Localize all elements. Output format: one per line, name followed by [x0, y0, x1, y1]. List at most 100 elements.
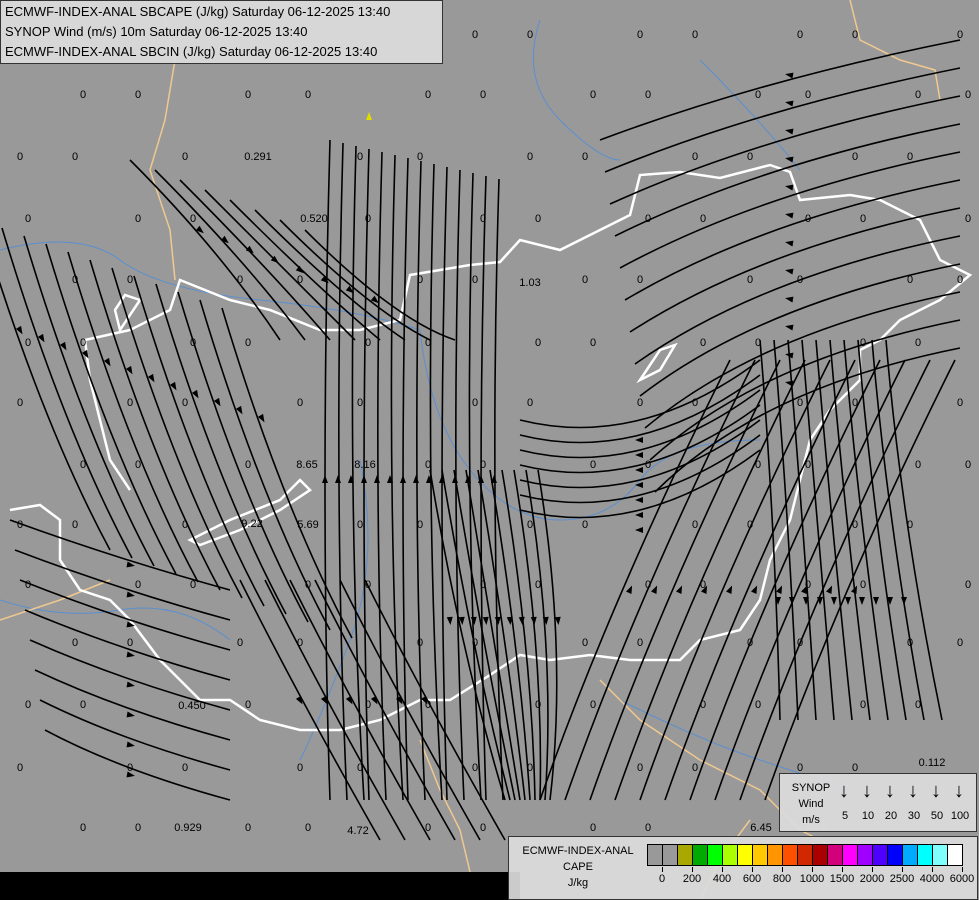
- cape-tick: [782, 867, 783, 872]
- station-value: 0: [804, 579, 812, 591]
- cape-color-swatch: [798, 845, 813, 865]
- station-value: 0: [956, 274, 964, 286]
- wind-speed-label: 10: [861, 810, 875, 822]
- cape-tick: [962, 867, 963, 872]
- station-value: 0: [754, 89, 762, 101]
- station-value: 0: [964, 89, 972, 101]
- streamline: [67, 251, 199, 583]
- station-value: 0: [754, 699, 762, 711]
- synop-legend-unit: m/s: [802, 814, 820, 826]
- streamline-arrow-icon: [635, 452, 643, 458]
- cape-color-bar: [647, 844, 963, 866]
- station-value: 0: [699, 213, 707, 225]
- streamline-arrow-icon: [785, 324, 794, 331]
- station-value: 0: [956, 637, 964, 649]
- station-value: 0: [471, 762, 479, 774]
- streamline-arrow-icon: [873, 597, 879, 605]
- station-value: 0: [181, 151, 189, 163]
- streamline-arrow-icon: [126, 711, 135, 718]
- station-value: 0: [126, 397, 134, 409]
- station-value: 0: [691, 519, 699, 531]
- streamline-arrow-icon: [651, 585, 658, 594]
- station-value: 0.450: [178, 700, 206, 712]
- streamline: [204, 189, 356, 341]
- station-value: 0: [644, 89, 652, 101]
- station-value: 0: [906, 274, 914, 286]
- station-value: 0: [636, 274, 644, 286]
- station-value: 0: [24, 579, 32, 591]
- wind-arrow-down-icon: ↓: [839, 780, 849, 802]
- station-value: 0: [24, 337, 32, 349]
- synop-wind-legend: SYNOP Wind m/s ↓ 5 ↓ 10 ↓ 20 ↓ 30 ↓ 50 ↓ 100: [779, 773, 977, 832]
- streamline-arrow-icon: [126, 681, 135, 688]
- streamline: [23, 235, 155, 567]
- cape-legend-title: ECMWF-INDEX-ANAL: [522, 845, 634, 857]
- streamline-arrow-icon: [859, 597, 865, 605]
- cape-color-swatch: [663, 845, 678, 865]
- streamline: [465, 469, 521, 801]
- streamline-arrow-icon: [322, 475, 328, 483]
- station-value: 0: [424, 822, 432, 834]
- streamline-arrow-icon: [726, 585, 733, 594]
- streamline-arrow-icon: [626, 585, 633, 594]
- streamline-arrow-icon: [851, 585, 858, 594]
- station-value: 0: [534, 699, 542, 711]
- wind-arrow-down-icon: ↓: [885, 780, 895, 802]
- cape-tick: [872, 867, 873, 872]
- station-value: 0: [424, 699, 432, 711]
- station-value: 0: [479, 579, 487, 591]
- station-value: 0: [914, 337, 922, 349]
- streamline-arrow-icon: [482, 616, 489, 625]
- cape-color-swatch: [783, 845, 798, 865]
- streamline-arrow-icon: [400, 475, 406, 483]
- station-value: 0: [796, 637, 804, 649]
- cape-tick-label: 4000: [919, 873, 945, 885]
- station-value: 0: [356, 151, 364, 163]
- station-value: 0: [181, 762, 189, 774]
- station-value: 0: [416, 274, 424, 286]
- station-value: 0: [754, 459, 762, 471]
- streamline-arrow-icon: [789, 597, 795, 605]
- station-value: 0: [471, 637, 479, 649]
- station-value: 0: [636, 397, 644, 409]
- streamline-arrow-icon: [635, 527, 643, 533]
- station-value: 0: [906, 151, 914, 163]
- station-value: 0: [71, 519, 79, 531]
- cape-color-swatch: [888, 845, 903, 865]
- station-value: 0: [589, 337, 597, 349]
- streamline-arrow-icon: [831, 597, 837, 605]
- title-synop-wind: SYNOP Wind (m/s) 10m Saturday 06-12-2025…: [5, 24, 308, 39]
- cape-tick-label: 600: [742, 873, 762, 885]
- cape-tick-label: 0: [658, 873, 666, 885]
- station-value: 0: [526, 519, 534, 531]
- station-value: 0: [424, 459, 432, 471]
- station-value: 0: [126, 762, 134, 774]
- streamline-arrow-icon: [345, 695, 353, 705]
- station-value: 0: [804, 213, 812, 225]
- streamline: [45, 243, 177, 575]
- station-value: 0: [244, 337, 252, 349]
- wind-arrow-down-icon: ↓: [954, 780, 964, 802]
- station-value: 0: [296, 397, 304, 409]
- streamline-arrow-icon: [320, 695, 328, 705]
- wind-speed-label: 50: [930, 810, 944, 822]
- streamline-arrow-icon: [195, 225, 204, 234]
- station-value: 0: [691, 151, 699, 163]
- streamline-arrow-icon: [635, 482, 643, 488]
- station-value: 0: [851, 397, 859, 409]
- streamline-arrow-icon: [635, 497, 643, 503]
- station-value: 0: [644, 459, 652, 471]
- title-sbcape: ECMWF-INDEX-ANAL SBCAPE (J/kg) Saturday …: [5, 4, 391, 19]
- station-value: 0: [416, 637, 424, 649]
- streamline-arrow-icon: [785, 380, 794, 387]
- station-value: 0: [914, 699, 922, 711]
- streamline-arrow-icon: [901, 597, 907, 605]
- map-edge-black: [0, 872, 520, 900]
- station-value: 0: [914, 459, 922, 471]
- station-value: 0: [416, 519, 424, 531]
- station-value: 0: [244, 822, 252, 834]
- station-value: 0: [534, 213, 542, 225]
- station-value: 0: [644, 213, 652, 225]
- station-value: 0: [16, 519, 24, 531]
- station-value: 0: [416, 151, 424, 163]
